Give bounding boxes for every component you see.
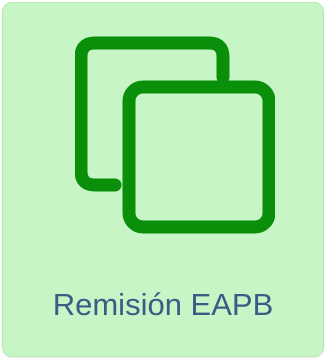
remision-eapb-tile[interactable]: Remisión EAPB <box>2 2 324 357</box>
tile-label: Remisión EAPB <box>52 287 274 322</box>
copy-icon <box>75 35 275 235</box>
